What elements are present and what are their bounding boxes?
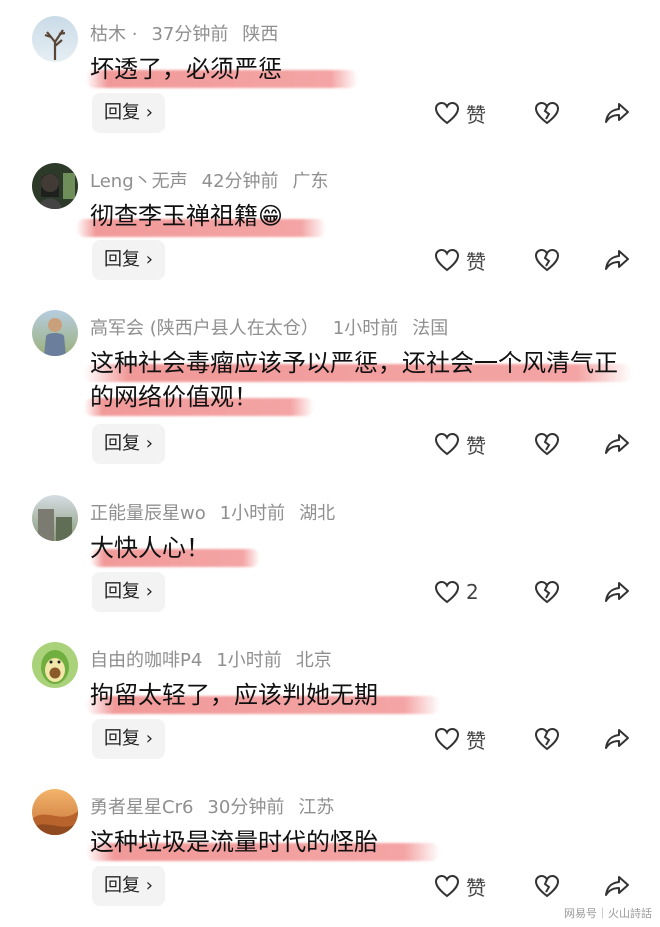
dislike-button[interactable] [534, 248, 604, 272]
broken-heart-icon [534, 248, 560, 272]
username[interactable]: Leng丶无声 [90, 171, 188, 192]
user-avatar[interactable] [32, 789, 78, 835]
comment-meta: 正能量辰星wo 1小时前 湖北 [90, 499, 349, 525]
comment-actions: 赞 [434, 93, 630, 133]
comment-location: 广东 [292, 171, 329, 192]
tree-icon [44, 29, 66, 60]
comment-meta: 勇者星星Cr6 30分钟前 江苏 [90, 793, 348, 819]
comment-time: 42分钟前 [201, 171, 279, 192]
reply-button[interactable]: 回复 › [92, 866, 165, 906]
broken-heart-icon [534, 432, 560, 456]
comment-actions: 2 [434, 572, 630, 612]
reply-button[interactable]: 回复 › [92, 424, 165, 464]
broken-heart-icon [534, 580, 560, 604]
broken-heart-icon [534, 727, 560, 751]
desert-icon [32, 811, 78, 835]
comment-location: 江苏 [298, 797, 335, 818]
avocado-icon [41, 650, 69, 684]
share-icon [605, 582, 629, 602]
share-button[interactable] [604, 101, 630, 125]
watermark: 网易号｜火山詩話 [564, 907, 652, 920]
heart-icon [434, 248, 460, 272]
share-button[interactable] [604, 580, 630, 604]
comment-location: 陕西 [242, 24, 279, 45]
person-icon [38, 173, 75, 209]
user-avatar[interactable] [32, 310, 78, 356]
user-avatar[interactable] [32, 642, 78, 688]
comment-text: 拘留太轻了，应该判她无期 [86, 678, 635, 714]
comment-text: 大快人心！ [90, 531, 635, 567]
user-avatar[interactable] [32, 16, 78, 62]
like-button[interactable]: 赞 [434, 872, 534, 901]
share-icon [605, 729, 629, 749]
reply-button[interactable]: 回复 › [92, 93, 165, 133]
heart-icon [434, 432, 460, 456]
user-avatar[interactable] [32, 163, 78, 209]
username[interactable]: 勇者星星Cr6 [90, 797, 193, 818]
like-button[interactable]: 赞 [434, 99, 534, 128]
man-icon [44, 318, 66, 356]
user-avatar[interactable] [32, 495, 78, 541]
dislike-button[interactable] [534, 101, 604, 125]
username[interactable]: 正能量辰星wo [90, 503, 206, 524]
share-button[interactable] [604, 248, 630, 272]
share-button[interactable] [604, 874, 630, 898]
heart-icon [434, 874, 460, 898]
like-button[interactable]: 赞 [434, 246, 534, 275]
comment-location: 湖北 [299, 503, 336, 524]
like-button[interactable]: 2 [434, 580, 534, 604]
like-button[interactable]: 赞 [434, 725, 534, 754]
comment-actions: 赞 [434, 866, 630, 906]
comment-meta: 高军会 (陕西户县人在太仓） 1小时前 法国 [90, 314, 462, 340]
heart-icon [434, 101, 460, 125]
comment-meta: Leng丶无声 42分钟前 广东 [90, 167, 343, 193]
dislike-button[interactable] [534, 432, 604, 456]
building-icon [38, 509, 72, 541]
comment-text: 这种垃圾是流量时代的怪胎 [86, 825, 635, 861]
broken-heart-icon [534, 101, 560, 125]
comment-location: 法国 [412, 318, 449, 339]
dislike-button[interactable] [534, 874, 604, 898]
comment-location: 北京 [295, 650, 332, 671]
reply-button[interactable]: 回复 › [92, 572, 165, 612]
comment-text: 坏透了，必须严惩 [86, 52, 635, 88]
comment-time: 1小时前 [219, 503, 286, 524]
reply-button[interactable]: 回复 › [92, 719, 165, 759]
comment-time: 1小时前 [216, 650, 282, 671]
comment-time: 1小时前 [332, 318, 399, 339]
comment-time: 30分钟前 [207, 797, 285, 818]
like-button[interactable]: 赞 [434, 430, 534, 459]
dislike-button[interactable] [534, 580, 604, 604]
comment-text: 彻查李玉禅祖籍😁 [76, 199, 635, 237]
comment-actions: 赞 [434, 424, 630, 464]
comment-time: 37分钟前 [151, 24, 229, 45]
username[interactable]: 高军会 (陕西户县人在太仓） [90, 318, 319, 339]
share-icon [605, 103, 629, 123]
heart-icon [434, 727, 460, 751]
reply-button[interactable]: 回复 › [92, 240, 165, 280]
share-icon [605, 876, 629, 896]
username[interactable]: 自由的咖啡P4 [90, 650, 202, 671]
username[interactable]: 枯木 · [90, 24, 137, 45]
comment-meta: 枯木 · 37分钟前 陕西 [90, 20, 292, 46]
like-count: 2 [466, 580, 479, 604]
dislike-button[interactable] [534, 727, 604, 751]
share-icon [605, 434, 629, 454]
comment-actions: 赞 [434, 240, 630, 280]
comment-actions: 赞 [434, 719, 630, 759]
heart-icon [434, 580, 460, 604]
share-icon [605, 250, 629, 270]
comment-text: 这种社会毒瘤应该予以严惩，还社会一个风清气正的网络价值观！ [84, 346, 635, 416]
broken-heart-icon [534, 874, 560, 898]
comment-meta: 自由的咖啡P4 1小时前 北京 [90, 646, 346, 672]
share-button[interactable] [604, 432, 630, 456]
share-button[interactable] [604, 727, 630, 751]
